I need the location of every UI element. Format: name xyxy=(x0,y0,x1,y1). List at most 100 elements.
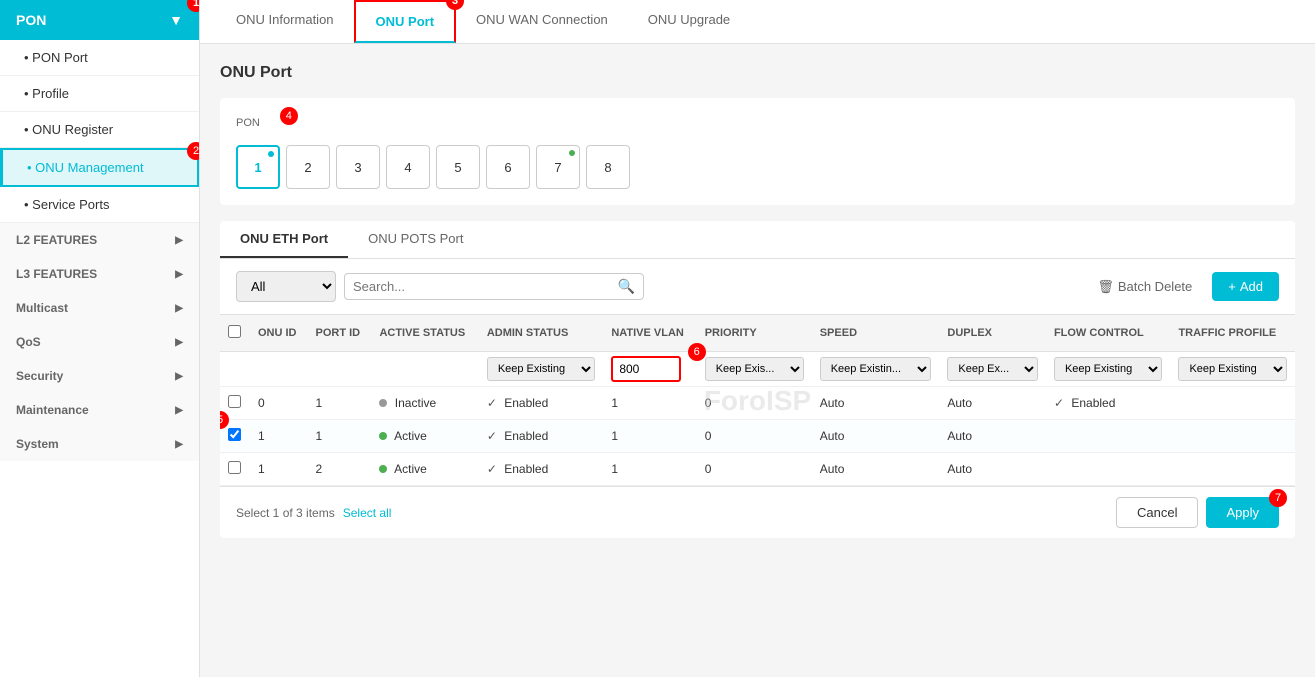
cell-active-status: Active xyxy=(371,420,478,453)
cell-active-status: Active xyxy=(371,453,478,486)
duplex-filter[interactable]: Keep Ex... xyxy=(947,357,1038,381)
cell-duplex: Auto xyxy=(939,453,1046,486)
table-footer: Select 1 of 3 items Select all Cancel Ap… xyxy=(220,486,1295,538)
flow-control-filter[interactable]: Keep Existing xyxy=(1054,357,1163,381)
sidebar-section-system[interactable]: System ▶ xyxy=(0,427,199,461)
cell-duplex: Auto xyxy=(939,420,1046,453)
pon-port-4[interactable]: 4 xyxy=(386,145,430,189)
footer-actions: Cancel Apply 7 xyxy=(1116,497,1279,528)
table-row: 1 2 Active ✓ Enabled 1 0 xyxy=(220,453,1295,486)
tab-onu-information[interactable]: ONU Information xyxy=(216,0,354,43)
table-section: ONU ETH Port ONU POTS Port All 🔍 🗑 Batch… xyxy=(220,221,1295,538)
plus-icon: + xyxy=(1228,279,1236,294)
sidebar-section-multicast[interactable]: Multicast ▶ xyxy=(0,291,199,325)
cell-priority: 0 xyxy=(697,387,812,420)
cell-onu-id: 1 xyxy=(250,453,308,486)
sidebar-section-qos[interactable]: QoS ▶ xyxy=(0,325,199,359)
filter-select[interactable]: All xyxy=(236,271,336,302)
row-checkbox-1[interactable] xyxy=(228,428,241,441)
cell-traffic-profile xyxy=(1170,387,1295,420)
dot-green-icon xyxy=(569,150,575,156)
sidebar-pon-header[interactable]: PON ▼ 1 xyxy=(0,0,199,40)
active-dot-icon xyxy=(379,432,387,440)
sub-tabs: ONU ETH Port ONU POTS Port xyxy=(220,221,1295,259)
priority-filter[interactable]: Keep Exis... xyxy=(705,357,804,381)
pon-port-6[interactable]: 6 xyxy=(486,145,530,189)
traffic-profile-filter[interactable]: Keep Existing xyxy=(1178,357,1287,381)
search-icon: 🔍 xyxy=(618,278,635,295)
col-speed: SPEED xyxy=(812,315,940,352)
sidebar-section-maintenance[interactable]: Maintenance ▶ xyxy=(0,393,199,427)
sidebar-section-security[interactable]: Security ▶ xyxy=(0,359,199,393)
search-input[interactable] xyxy=(353,279,618,294)
sidebar-section-l2[interactable]: L2 FEATURES ▶ xyxy=(0,223,199,257)
table-row: 0 1 Inactive ✓ Enabled 1 0 xyxy=(220,387,1295,420)
dot-icon: • xyxy=(24,86,32,101)
cell-speed: Auto xyxy=(812,420,940,453)
chevron-right-icon: ▶ xyxy=(175,303,183,314)
sidebar-item-profile[interactable]: • Profile xyxy=(0,76,199,112)
main-content: ONU Information ONU Port 3 ONU WAN Conne… xyxy=(200,0,1315,677)
add-button[interactable]: + Add xyxy=(1212,272,1279,301)
col-traffic-profile: TRAFFIC PROFILE xyxy=(1170,315,1295,352)
cell-port-id: 2 xyxy=(308,453,372,486)
pon-port-5[interactable]: 5 xyxy=(436,145,480,189)
sidebar: PON ▼ 1 • PON Port • Profile • ONU Regis… xyxy=(0,0,200,677)
admin-status-filter[interactable]: Keep Existing xyxy=(487,357,596,381)
active-dot-icon xyxy=(379,465,387,473)
sidebar-pon-label: PON xyxy=(16,12,46,28)
col-duplex: DUPLEX xyxy=(939,315,1046,352)
cell-native-vlan: 1 xyxy=(603,420,696,453)
select-all-link[interactable]: Select all xyxy=(343,506,392,520)
cell-active-status: Inactive xyxy=(371,387,478,420)
cell-priority: 0 xyxy=(697,420,812,453)
sidebar-section-l3[interactable]: L3 FEATURES ▶ xyxy=(0,257,199,291)
col-checkbox xyxy=(220,315,250,352)
dot-icon: • xyxy=(24,50,32,65)
search-box: 🔍 xyxy=(344,273,644,300)
row-checkbox-2[interactable] xyxy=(228,461,241,474)
tab-onu-port[interactable]: ONU Port 3 xyxy=(354,0,457,43)
dot-icon: • xyxy=(24,197,32,212)
cell-admin-status: ✓ Enabled xyxy=(479,453,604,486)
chevron-right-icon: ▶ xyxy=(175,337,183,348)
row-checkbox-0[interactable] xyxy=(228,395,241,408)
dot-icon: • xyxy=(27,160,35,175)
chevron-down-icon: ▼ xyxy=(169,12,183,28)
pon-port-8[interactable]: 8 xyxy=(586,145,630,189)
cell-speed: Auto xyxy=(812,387,940,420)
cell-onu-id: 0 xyxy=(250,387,308,420)
sub-tab-eth-port[interactable]: ONU ETH Port xyxy=(220,221,348,258)
cancel-button[interactable]: Cancel xyxy=(1116,497,1198,528)
cell-traffic-profile xyxy=(1170,453,1295,486)
sub-tab-pots-port[interactable]: ONU POTS Port xyxy=(348,221,483,258)
speed-filter[interactable]: Keep Existin... xyxy=(820,357,932,381)
sidebar-item-pon-port[interactable]: • PON Port xyxy=(0,40,199,76)
cell-flow-control: ✓ Enabled xyxy=(1046,387,1171,420)
tab-onu-wan-connection[interactable]: ONU WAN Connection xyxy=(456,0,628,43)
sidebar-item-onu-management[interactable]: • ONU Management 2 xyxy=(0,148,199,187)
native-vlan-input[interactable] xyxy=(611,356,681,382)
dot-icon xyxy=(319,150,325,156)
pon-port-3[interactable]: 3 xyxy=(336,145,380,189)
sidebar-item-service-ports[interactable]: • Service Ports xyxy=(0,187,199,223)
batch-delete-button[interactable]: 🗑 Batch Delete xyxy=(1085,273,1204,301)
tab-onu-upgrade[interactable]: ONU Upgrade xyxy=(628,0,750,43)
check-icon: ✓ xyxy=(1054,396,1064,410)
trash-icon: 🗑 xyxy=(1097,279,1114,295)
cell-traffic-profile xyxy=(1170,420,1295,453)
select-info: Select 1 of 3 items xyxy=(236,506,335,520)
check-icon: ✓ xyxy=(487,462,497,476)
chevron-right-icon: ▶ xyxy=(175,235,183,246)
cell-flow-control xyxy=(1046,453,1171,486)
select-all-checkbox[interactable] xyxy=(228,325,241,338)
chevron-right-icon: ▶ xyxy=(175,371,183,382)
table-row: 5 1 1 Active ✓ Enabled xyxy=(220,420,1295,453)
top-tabs: ONU Information ONU Port 3 ONU WAN Conne… xyxy=(200,0,1315,44)
pon-port-1[interactable]: 1 xyxy=(236,145,280,189)
pon-port-2[interactable]: 2 xyxy=(286,145,330,189)
sidebar-item-onu-register[interactable]: • ONU Register xyxy=(0,112,199,148)
apply-button[interactable]: Apply 7 xyxy=(1206,497,1279,528)
cell-flow-control xyxy=(1046,420,1171,453)
pon-port-7[interactable]: 7 xyxy=(536,145,580,189)
